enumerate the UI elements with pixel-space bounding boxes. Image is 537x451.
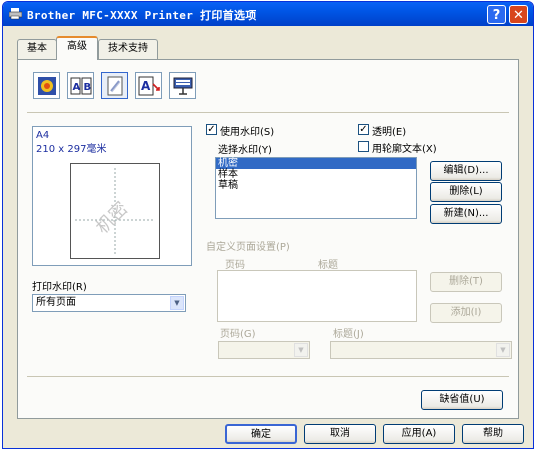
help-button[interactable]: 帮助 — [462, 424, 524, 444]
title-bar[interactable]: Brother MFC-XXXX Printer 打印首选项 ? ✕ — [3, 2, 533, 26]
print-watermark-value: 所有页面 — [36, 297, 76, 308]
transparent-checkbox[interactable]: ✓ — [358, 124, 369, 135]
title-column-header: 标题 — [318, 260, 338, 271]
use-watermark-checkbox[interactable]: ✓ — [206, 124, 217, 135]
window-title: Brother MFC-XXXX Printer 打印首选项 — [27, 9, 257, 22]
close-icon[interactable]: ✕ — [509, 5, 528, 24]
separator — [27, 112, 509, 113]
transparent-label: 透明(E) — [372, 127, 407, 138]
cancel-button[interactable]: 取消 — [304, 424, 376, 444]
separator — [27, 376, 509, 377]
outline-text-label: 用轮廓文本(X) — [372, 144, 437, 155]
duplex-icon[interactable]: A B — [67, 72, 94, 99]
device-options-icon[interactable] — [169, 72, 196, 99]
scaling-icon[interactable]: A — [135, 72, 162, 99]
printer-icon — [9, 8, 22, 20]
apply-button[interactable]: 应用(A) — [383, 424, 455, 444]
list-item[interactable]: 草稿 — [216, 180, 416, 191]
tab-advanced[interactable]: 高级 — [56, 36, 98, 60]
svg-text:B: B — [83, 82, 91, 93]
printer-preferences-window: Brother MFC-XXXX Printer 打印首选项 ? ✕ 基本 高级… — [2, 1, 534, 449]
paper-dimensions-label: 210 x 297毫米 — [36, 144, 107, 155]
tab-basic[interactable]: 基本 — [17, 39, 57, 59]
defaults-button[interactable]: 缺省值(U) — [421, 390, 503, 410]
svg-text:A: A — [72, 82, 80, 93]
quality-icon[interactable] — [33, 72, 60, 99]
chevron-down-icon: ▼ — [496, 343, 510, 357]
watermark-list[interactable]: 机密 样本 草稿 — [215, 157, 417, 219]
add-custom-page-button[interactable]: 添加(I) — [430, 303, 502, 323]
delete-custom-page-button[interactable]: 删除(T) — [430, 272, 502, 292]
outline-text-checkbox[interactable] — [358, 141, 369, 152]
chevron-down-icon: ▼ — [294, 343, 308, 357]
custom-page-label: 自定义页面设置(P) — [206, 242, 290, 253]
list-item[interactable]: 机密 — [216, 158, 416, 169]
select-watermark-label: 选择水印(Y) — [218, 145, 272, 156]
list-item[interactable]: 样本 — [216, 169, 416, 180]
print-watermark-select[interactable]: 所有页面 ▼ — [32, 294, 186, 312]
svg-text:A: A — [141, 79, 151, 93]
help-icon[interactable]: ? — [487, 5, 506, 24]
custom-page-list[interactable] — [217, 270, 417, 322]
page-number-select[interactable]: ▼ — [218, 341, 310, 359]
chevron-down-icon: ▼ — [170, 296, 184, 310]
delete-watermark-button[interactable]: 删除(L) — [430, 182, 502, 202]
page-column-header: 页码 — [225, 260, 245, 271]
edit-watermark-button[interactable]: 编辑(D)... — [430, 161, 502, 181]
new-watermark-button[interactable]: 新建(N)... — [430, 204, 502, 224]
tab-support[interactable]: 技术支持 — [98, 39, 158, 59]
use-watermark-label: 使用水印(S) — [220, 127, 275, 138]
print-watermark-label: 打印水印(R) — [32, 282, 87, 293]
watermark-icon[interactable] — [101, 72, 128, 99]
ok-button[interactable]: 确定 — [225, 424, 297, 444]
title-select[interactable]: ▼ — [330, 341, 512, 359]
page-preview: A4 210 x 297毫米 机密 — [32, 126, 192, 266]
page-number-label: 页码(G) — [220, 329, 256, 340]
title-field-label: 标题(J) — [333, 329, 364, 340]
preview-sheet: 机密 — [70, 163, 160, 259]
